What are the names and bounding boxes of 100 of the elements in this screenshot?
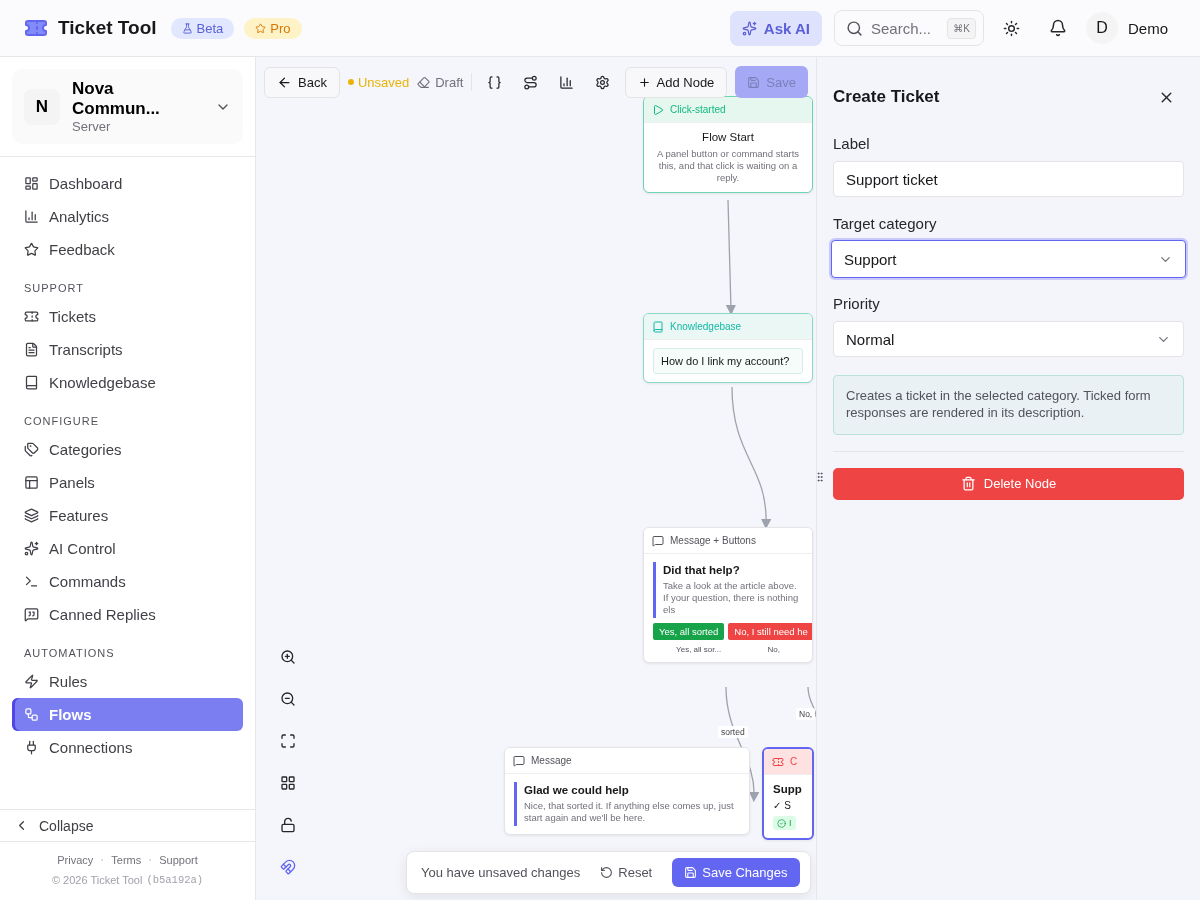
play-icon: [652, 103, 664, 116]
plug-icon: [24, 740, 39, 755]
trash-icon: [960, 476, 976, 492]
nav-item[interactable]: Canned Replies: [12, 598, 243, 631]
server-type: Server: [72, 119, 112, 134]
nav-item[interactable]: AI Control: [12, 532, 243, 565]
search-icon: [846, 20, 863, 37]
layers-icon: [24, 508, 39, 523]
server-avatar: N: [24, 88, 60, 125]
server-switcher[interactable]: N Nova Commun... Server: [12, 69, 243, 144]
lightning-icon: [24, 674, 39, 689]
flow-node[interactable]: Knowledgebase How do I link my account?: [643, 313, 813, 383]
node-type: Message: [531, 755, 572, 766]
field-label: Priority: [833, 295, 881, 312]
star-icon: [24, 242, 39, 257]
save-changes-button[interactable]: Save Changes: [672, 858, 800, 887]
node-type: Knowledgebase: [670, 321, 742, 332]
star-icon: [255, 22, 267, 34]
label-input[interactable]: Support ticket: [833, 161, 1184, 197]
nav-item[interactable]: Dashboard: [12, 167, 243, 200]
drag-handle-icon[interactable]: [814, 471, 826, 483]
quote-bubble-icon: [24, 607, 39, 622]
section-heading: AUTOMATIONS: [23, 646, 116, 661]
collapse-button[interactable]: Collapse: [0, 809, 255, 842]
badge-label: Beta: [196, 20, 224, 36]
reset-icon: [600, 866, 614, 879]
nav-item[interactable]: Panels: [12, 466, 243, 499]
server-name: Nova Commun...: [72, 79, 161, 119]
select-field[interactable]: Normal: [833, 321, 1184, 357]
ticket-icon: [24, 309, 39, 324]
nav-item[interactable]: Connections: [12, 731, 243, 764]
nav-item[interactable]: Features: [12, 499, 243, 532]
sparkles-icon: [741, 20, 757, 36]
draft-status: Draft: [417, 74, 464, 90]
shortcut-hint: ⌘K: [947, 18, 976, 39]
footer-link[interactable]: Privacy: [57, 854, 94, 866]
section-heading: SUPPORT: [23, 281, 85, 296]
unsaved-message: You have unsaved changes: [421, 865, 581, 880]
nav-item[interactable]: Analytics: [12, 200, 243, 233]
field-label: Target category: [833, 215, 938, 232]
ask-ai-button[interactable]: Ask AI: [729, 10, 822, 46]
footer-link[interactable]: Support: [159, 854, 198, 866]
delete-node-button[interactable]: Delete Node: [833, 467, 1184, 500]
workflow-icon: [24, 707, 39, 722]
nav-item[interactable]: Knowledgebase: [12, 366, 243, 399]
nav-item[interactable]: Commands: [12, 565, 243, 598]
dashboard-icon: [24, 176, 39, 191]
save-icon: [747, 75, 761, 89]
badge-label: Pro: [270, 20, 291, 36]
plus-icon: [637, 75, 651, 89]
nav-item[interactable]: Rules: [12, 665, 243, 698]
info-note: Creates a ticket in the selected category. Ticked form responses are rendered in its description.: [833, 375, 1184, 435]
output-label: No,: [767, 644, 780, 654]
edge-label: sorted: [718, 726, 748, 738]
flow-node[interactable]: Message + Buttons Did that help? Take a look at the article above. If your question, there is nothing els Yes, all sorted No, I still need he Yes, all sor... No,: [643, 527, 813, 663]
app-title: Ticket Tool: [58, 17, 157, 39]
build-hash: (b5a192a): [146, 874, 204, 886]
terminal-icon: [24, 574, 39, 589]
back-button[interactable]: Back: [264, 66, 340, 98]
output-label: Yes, all sor...: [676, 644, 722, 654]
book-icon: [24, 375, 39, 390]
node-title: Supp: [773, 783, 803, 795]
message-title: Did that help?: [663, 564, 741, 576]
nav-item[interactable]: Tickets: [12, 300, 243, 333]
sparkles-icon: [24, 541, 39, 556]
panel-title: Create Ticket: [833, 87, 940, 107]
flow-node[interactable]: Click-started Flow Start A panel button or command starts this, and that click is waiting on a reply.: [643, 96, 813, 193]
nav-item[interactable]: Transcripts: [12, 333, 243, 366]
panel-icon: [24, 475, 39, 490]
copyright-text: © 2026 Ticket Tool: [51, 874, 143, 886]
section-heading: CONFIGURE: [23, 414, 100, 429]
flow-node[interactable]: C Supp ✓ S I: [762, 747, 814, 840]
reply-button: Yes, all sorted: [653, 622, 725, 640]
ticket-icon: [772, 755, 784, 768]
bar-chart-icon: [24, 209, 39, 224]
save-status: Unsaved: [347, 74, 410, 90]
footer-link[interactable]: Terms: [111, 854, 142, 866]
node-title: Flow Start: [701, 131, 755, 143]
option-line: ✓ S: [773, 800, 792, 811]
select-field[interactable]: Support: [831, 240, 1186, 278]
reply-button: No, I still need he: [728, 622, 812, 640]
book-icon: [652, 320, 664, 333]
status-badge: I: [773, 816, 796, 830]
flask-icon: [181, 22, 193, 34]
add-node-button[interactable]: Add Node: [624, 66, 728, 98]
question-field: How do I link my account?: [653, 348, 803, 374]
check-circle-icon: [777, 818, 786, 828]
node-type: Click-started: [670, 104, 726, 115]
reset-button[interactable]: Reset: [594, 864, 659, 881]
nav-item[interactable]: Categories: [12, 433, 243, 466]
nav-item[interactable]: Feedback: [12, 233, 243, 266]
save-icon: [684, 866, 698, 879]
user-avatar[interactable]: D: [1086, 12, 1118, 44]
user-name[interactable]: Demo: [1128, 19, 1168, 37]
document-icon: [24, 342, 39, 357]
message-text: Take a look at the article above. If your question, there is nothing els: [663, 580, 800, 616]
node-description: A panel button or command starts this, and that click is waiting on a reply.: [655, 148, 801, 184]
flow-node[interactable]: Message Glad we could help Nice, that sorted it. If anything else comes up, just start again and we'll be here.: [504, 747, 750, 835]
node-type: Message + Buttons: [670, 535, 756, 546]
node-type: C: [790, 756, 798, 767]
